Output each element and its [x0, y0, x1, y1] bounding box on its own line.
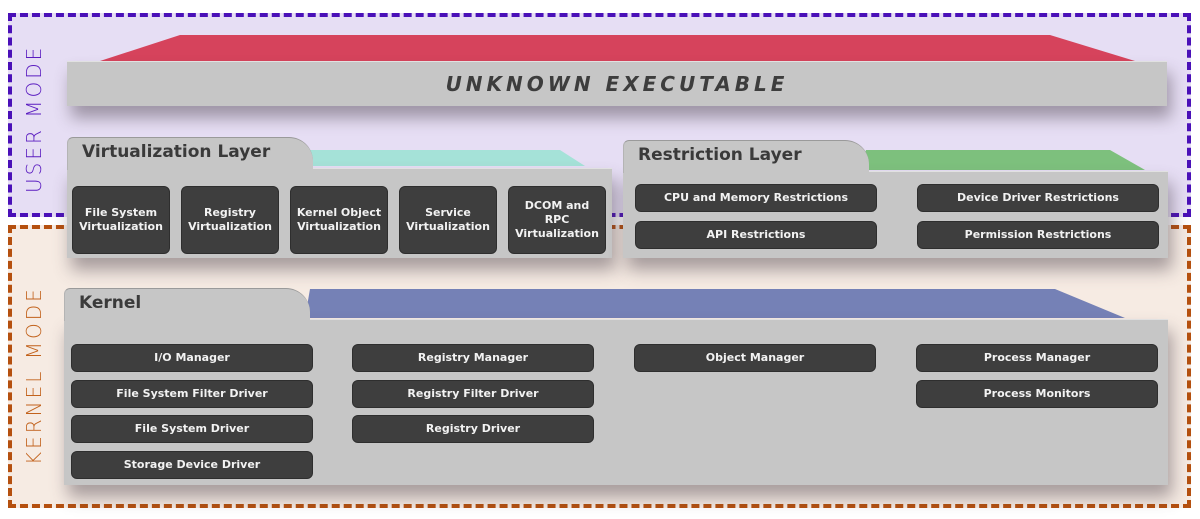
virtualization-layer-tab: Virtualization Layer — [67, 137, 313, 170]
virtualization-accent-shape — [300, 150, 585, 166]
virtualization-box-file-system: File System Virtualization — [72, 186, 170, 254]
restriction-box-cpu-and-memory-restrictions: CPU and Memory Restrictions — [635, 184, 877, 212]
kernel-box-registry-driver: Registry Driver — [352, 415, 594, 443]
box-label-line2: Virtualization — [79, 220, 163, 233]
kernel-box-object-manager: Object Manager — [634, 344, 876, 372]
restriction-box-device-driver-restrictions: Device Driver Restrictions — [917, 184, 1159, 212]
kernel-accent-shape — [305, 289, 1125, 318]
virtualization-box-service: Service Virtualization — [399, 186, 497, 254]
restriction-layer-tab: Restriction Layer — [623, 140, 869, 173]
executable-title: UNKNOWN EXECUTABLE — [445, 72, 789, 96]
box-label-line2: Virtualization — [188, 220, 272, 233]
box-label-line2: Virtualization — [406, 220, 490, 233]
kernel-title: Kernel — [79, 293, 142, 313]
virtualization-box-kernel-object: Kernel Object Virtualization — [290, 186, 388, 254]
kernel-box-storage-device-driver: Storage Device Driver — [71, 451, 313, 479]
executable-accent-shape — [100, 35, 1135, 61]
kernel-box-process-manager: Process Manager — [916, 344, 1158, 372]
restriction-layer-title: Restriction Layer — [638, 145, 802, 165]
virtualization-box-registry: Registry Virtualization — [181, 186, 279, 254]
box-label-line1: Service — [425, 206, 471, 219]
restriction-accent-shape — [860, 150, 1145, 170]
kernel-box-i-o-manager: I/O Manager — [71, 344, 313, 372]
box-label-line1: DCOM and RPC — [524, 199, 590, 226]
virtualization-box-dcom-and-rpc: DCOM and RPC Virtualization — [508, 186, 606, 254]
kernel-box-file-system-filter-driver: File System Filter Driver — [71, 380, 313, 408]
kernel-tab: Kernel — [64, 288, 310, 321]
restriction-box-permission-restrictions: Permission Restrictions — [917, 221, 1159, 249]
kernel-box-registry-manager: Registry Manager — [352, 344, 594, 372]
virtualization-layer-title: Virtualization Layer — [82, 142, 271, 162]
kernel-box-file-system-driver: File System Driver — [71, 415, 313, 443]
box-label-line1: Kernel Object — [296, 206, 382, 219]
box-label-line1: File System — [84, 206, 158, 219]
box-label-line2: Virtualization — [515, 227, 599, 240]
restriction-box-api-restrictions: API Restrictions — [635, 221, 877, 249]
kernel-box-registry-filter-driver: Registry Filter Driver — [352, 380, 594, 408]
kernel-box-process-monitors: Process Monitors — [916, 380, 1158, 408]
unknown-executable-block: UNKNOWN EXECUTABLE — [67, 61, 1167, 106]
box-label-line1: Registry — [204, 206, 256, 219]
box-label-line2: Virtualization — [297, 220, 381, 233]
